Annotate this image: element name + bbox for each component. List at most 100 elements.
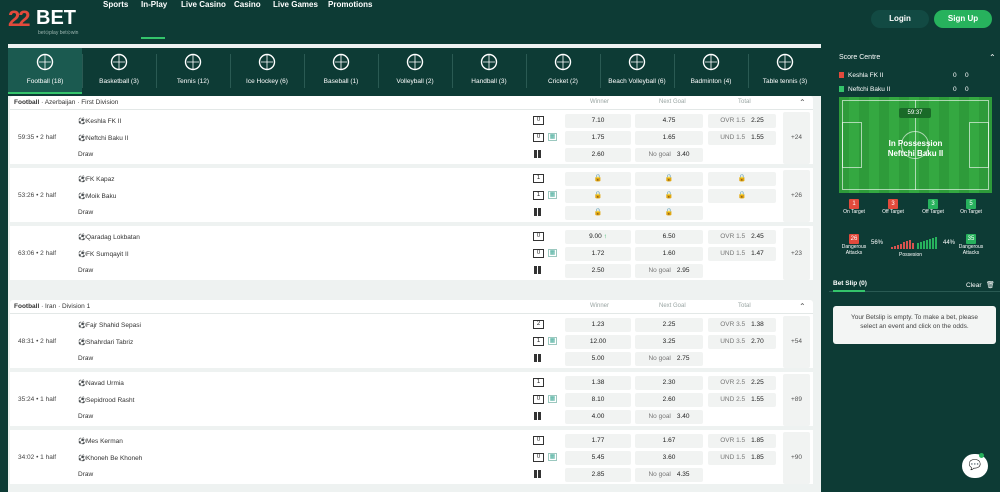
logo[interactable]: 22 BET bet⊙play bet⊙win [8,6,90,36]
nav-live-casino[interactable]: Live Casino [181,0,226,40]
odds-no-goal[interactable]: No goal 3.40 [635,148,703,162]
odds-next-goal-home[interactable]: 4.75 [635,114,703,128]
bars-icon[interactable] [534,208,543,216]
more-markets-button[interactable]: +24 [783,112,810,164]
odds-total-over[interactable]: OVR 2.5 2.25 [708,376,776,390]
odds-total-under[interactable]: UND 1.5 1.55 [708,131,776,145]
signup-button[interactable]: Sign Up [934,10,992,28]
odds-draw[interactable]: 2.60 [565,148,631,162]
odds-draw[interactable]: 4.00 [565,410,631,424]
home-team[interactable]: ⚽Navad Urmia [78,379,124,387]
odds-no-goal[interactable]: No goal 2.95 [635,264,703,278]
away-team[interactable]: ⚽Khoneh Be Khoneh [78,454,142,462]
odds-total-over[interactable]: OVR 1.5 2.45 [708,230,776,244]
more-markets-button[interactable]: +89 [783,374,810,426]
nav-in-play[interactable]: In-Play [141,0,167,40]
odds-total-over[interactable]: OVR 3.5 1.38 [708,318,776,332]
odds-no-goal[interactable]: No goal 2.75 [635,352,703,366]
odds-next-goal-away[interactable]: 1.65 [635,131,703,145]
league-name[interactable]: Football · Iran · Division 1 [14,303,90,310]
odds-winner-home[interactable]: 1.77 [565,434,631,448]
odds-no-goal[interactable]: No goal 3.40 [635,410,703,424]
odds-next-goal-home[interactable]: 2.30 [635,376,703,390]
odds-draw[interactable]: 2.85 [565,468,631,482]
home-team[interactable]: ⚽Keshla FK II [78,117,121,125]
odds-winner-away[interactable]: 12.00 [565,335,631,349]
odds-winner-away[interactable]: 5.45 [565,451,631,465]
chevron-up-icon[interactable]: ⌃ [799,98,806,107]
stats-icon[interactable]: ▦ [548,249,557,257]
bars-icon[interactable] [534,412,543,420]
chat-icon[interactable]: 💬 [962,454,988,478]
stat-home-dangerous: 26 Dangerous Attacks [839,234,869,256]
sport-tab-handball[interactable]: Handball (3) [452,48,526,94]
odds-next-goal-away[interactable]: 2.60 [635,393,703,407]
bars-icon[interactable] [534,354,543,362]
stats-icon[interactable]: ▦ [548,453,557,461]
bars-icon[interactable] [534,150,543,158]
sport-tab-table-tennis[interactable]: Table tennis (3) [748,48,822,94]
odds-winner-home[interactable]: 7.10 [565,114,631,128]
odds-next-goal-home[interactable]: 6.50 [635,230,703,244]
odds-winner-away[interactable]: 1.72 [565,247,631,261]
home-team[interactable]: ⚽Fajr Shahid Sepasi [78,321,141,329]
sport-tab-baseball[interactable]: Baseball (1) [304,48,378,94]
trash-icon[interactable]: 🗑 [986,281,995,289]
odds-next-goal-home[interactable]: 1.67 [635,434,703,448]
betslip-title[interactable]: Bet Slip (0) [833,280,867,287]
odds-next-goal-away[interactable]: 3.25 [635,335,703,349]
stats-icon[interactable]: ▦ [548,337,557,345]
odds-winner-home[interactable]: 1.23 [565,318,631,332]
login-button[interactable]: Login [871,10,929,28]
sport-tab-badminton[interactable]: Badminton (4) [674,48,748,94]
home-team[interactable]: ⚽FK Kapaz [78,175,115,183]
chevron-up-icon[interactable]: ⌃ [989,53,996,62]
away-team[interactable]: ⚽FK Sumqayit II [78,250,129,258]
sport-tab-volleyball[interactable]: Volleyball (2) [378,48,452,94]
away-team[interactable]: ⚽Neftchi Baku II [78,134,128,142]
odds-draw[interactable]: 5.00 [565,352,631,366]
home-team[interactable]: ⚽Qaradag Lokbatan [78,233,140,241]
sport-tab-ice-hockey[interactable]: Ice Hockey (6) [230,48,304,94]
odds-winner-away[interactable]: 8.10 [565,393,631,407]
stats-icon[interactable]: ▦ [548,133,557,141]
odds-total-over[interactable]: OVR 1.5 2.25 [708,114,776,128]
sport-tab-beach-volleyball[interactable]: Beach Volleyball (6) [600,48,674,94]
more-markets-button[interactable]: +26 [783,170,810,222]
away-team[interactable]: ⚽Moik Baku [78,192,116,200]
bars-icon[interactable] [534,470,543,478]
betslip-clear-button[interactable]: Clear [966,282,982,289]
odds-next-goal-away[interactable]: 3.60 [635,451,703,465]
odds-next-goal-home[interactable]: 2.25 [635,318,703,332]
away-team[interactable]: ⚽Shahrdari Tabriz [78,338,133,346]
odds-next-goal-away[interactable]: 1.60 [635,247,703,261]
league-name[interactable]: Football · Azerbaijan · First Division [14,99,118,106]
bars-icon[interactable] [534,266,543,274]
odds-total-under[interactable]: UND 2.5 1.55 [708,393,776,407]
odds-total-under[interactable]: UND 1.5 1.47 [708,247,776,261]
home-team[interactable]: ⚽Mes Kerman [78,437,123,445]
sport-tab-basketball[interactable]: Basketball (3) [82,48,156,94]
odds-total-under[interactable]: UND 3.5 2.70 [708,335,776,349]
odds-total-under[interactable]: UND 1.5 1.85 [708,451,776,465]
odds-winner-home[interactable]: 1.38 [565,376,631,390]
away-team[interactable]: ⚽Sepidrood Rasht [78,396,134,404]
odds-draw[interactable]: 2.50 [565,264,631,278]
more-markets-button[interactable]: +90 [783,432,810,484]
stats-icon[interactable]: ▦ [548,191,557,199]
sport-tab-tennis[interactable]: Tennis (12) [156,48,230,94]
sport-tab-cricket[interactable]: Cricket (2) [526,48,600,94]
nav-promotions[interactable]: Promotions [328,0,372,40]
sport-tab-football[interactable]: Football (18) [8,48,82,94]
nav-live-games[interactable]: Live Games [273,0,318,40]
odds-winner-away[interactable]: 1.75 [565,131,631,145]
nav-casino[interactable]: Casino [234,0,261,40]
odds-no-goal[interactable]: No goal 4.35 [635,468,703,482]
more-markets-button[interactable]: +23 [783,228,810,280]
more-markets-button[interactable]: +54 [783,316,810,368]
stats-icon[interactable]: ▦ [548,395,557,403]
nav-sports[interactable]: Sports [103,0,128,40]
chevron-up-icon[interactable]: ⌃ [799,302,806,311]
odds-total-over[interactable]: OVR 1.5 1.85 [708,434,776,448]
odds-winner-home[interactable]: 9.00 ↑ [565,230,631,244]
